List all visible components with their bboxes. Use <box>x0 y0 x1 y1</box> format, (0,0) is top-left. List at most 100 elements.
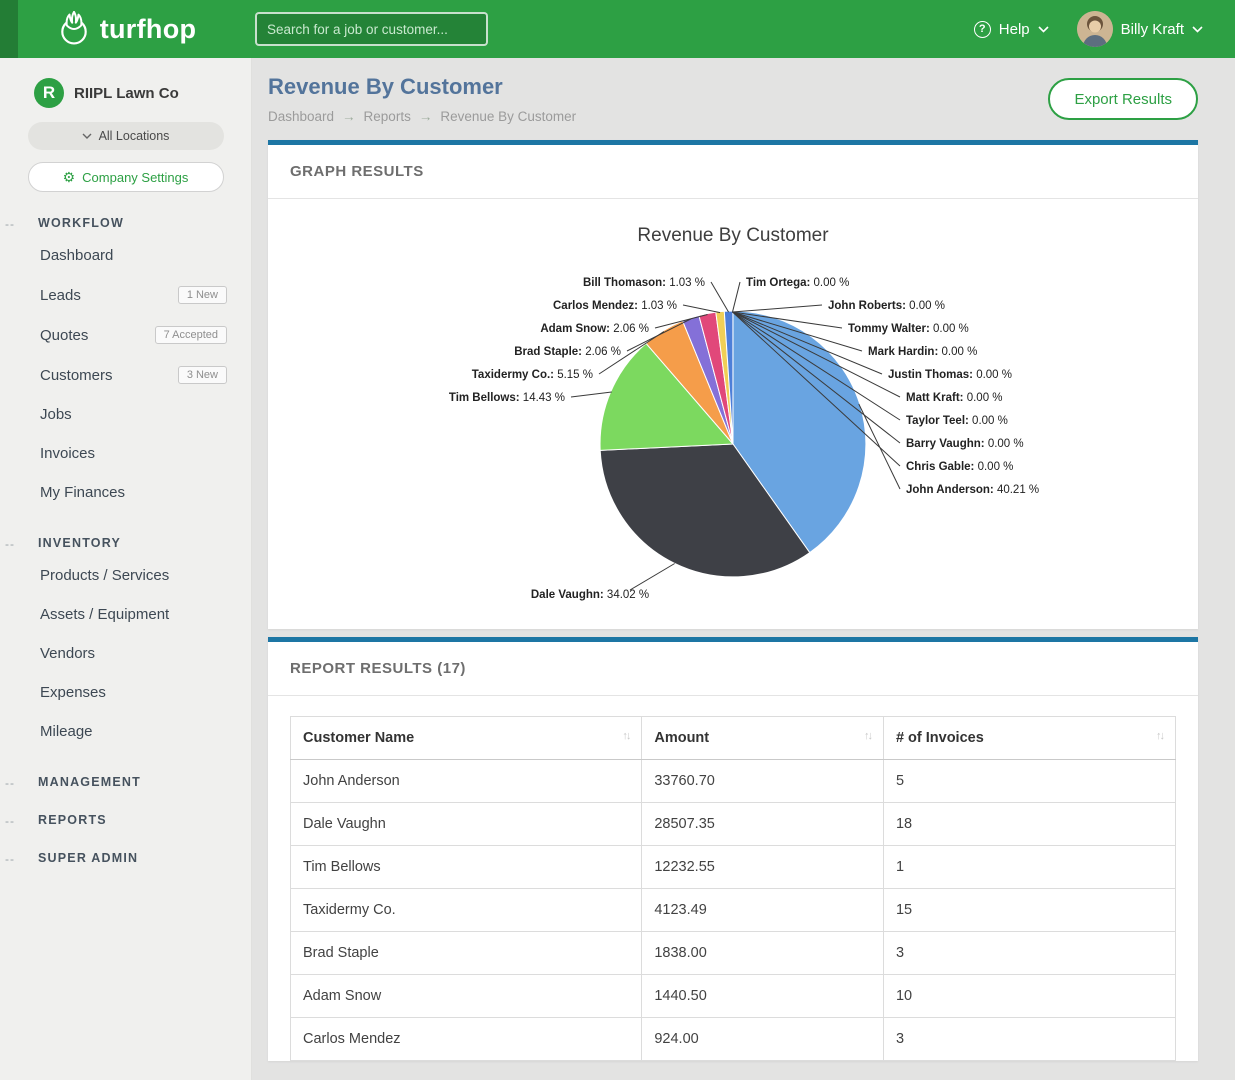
sidebar-item-jobs[interactable]: Jobs <box>0 395 251 434</box>
report-results-card: REPORT RESULTS (17) Customer Name↑↓Amoun… <box>268 637 1198 1061</box>
topbar: turfhop ? Help Billy Kraft <box>0 0 1235 58</box>
sidebar-item-leads[interactable]: Leads 1 New <box>0 275 251 315</box>
nav-section-super-admin[interactable]: --SUPER ADMIN <box>0 851 251 865</box>
cell-amount: 28507.35 <box>642 803 884 846</box>
help-menu[interactable]: ? Help <box>974 21 1049 38</box>
sidebar-item-label: Quotes <box>40 327 88 344</box>
turfhop-logo[interactable]: turfhop <box>0 11 252 47</box>
sort-icon[interactable]: ↑↓ <box>1156 730 1163 742</box>
graph-results-card: GRAPH RESULTS Revenue By Customer Tim Ort… <box>268 140 1198 629</box>
sidebar-nav: -- WORKFLOW Dashboard Leads 1 New Quotes7 Acc… <box>0 216 251 865</box>
cell-customer-name: Tim Bellows <box>291 846 642 889</box>
nav-section-workflow[interactable]: -- WORKFLOW <box>0 216 251 230</box>
sidebar-item-label: Vendors <box>40 645 95 662</box>
pie-label-chris-gable: Chris Gable: 0.00 % <box>906 461 1013 473</box>
pie-label-tim-bellows: Tim Bellows: 14.43 % <box>449 392 565 404</box>
table-row[interactable]: Tim Bellows12232.551 <box>291 846 1176 889</box>
table-row[interactable]: Carlos Mendez924.003 <box>291 1018 1176 1061</box>
table-row[interactable]: Brad Staple1838.003 <box>291 932 1176 975</box>
sidebar-item-label: Jobs <box>40 406 72 423</box>
sidebar-item-label: My Finances <box>40 484 125 501</box>
cell-invoice-count: 5 <box>883 760 1175 803</box>
pie-label-carlos-mendez: Carlos Mendez: 1.03 % <box>553 300 677 312</box>
logo-text: turfhop <box>100 14 197 45</box>
user-menu[interactable]: Billy Kraft <box>1077 11 1203 47</box>
breadcrumb-arrow-icon: → <box>419 109 433 124</box>
column-header-of-invoices[interactable]: # of Invoices↑↓ <box>883 717 1175 760</box>
sidebar-item-invoices[interactable]: Invoices <box>0 434 251 473</box>
sidebar-item-vendors[interactable]: Vendors <box>0 634 251 673</box>
sidebar-item-label: Leads <box>40 287 81 304</box>
help-icon: ? <box>974 21 991 38</box>
sidebar-item-label: Products / Services <box>40 567 169 584</box>
tree-branch-icon: -- <box>5 537 15 551</box>
breadcrumb-dashboard[interactable]: Dashboard <box>268 109 334 124</box>
sidebar-item-mileage[interactable]: Mileage <box>0 712 251 751</box>
sidebar-item-customers[interactable]: Customers3 New <box>0 355 251 395</box>
item-badge: 1 New <box>178 286 227 304</box>
column-label: Customer Name <box>303 730 414 746</box>
cell-customer-name: John Anderson <box>291 760 642 803</box>
column-header-customer-name[interactable]: Customer Name ↑↓ <box>291 717 642 760</box>
tree-branch-icon: -- <box>5 217 15 231</box>
nav-section-label: REPORTS <box>38 813 107 827</box>
cell-customer-name: Brad Staple <box>291 932 642 975</box>
help-label: Help <box>999 21 1030 38</box>
cell-customer-name: Taxidermy Co. <box>291 889 642 932</box>
cell-amount: 12232.55 <box>642 846 884 889</box>
report-results-title: REPORT RESULTS (17) <box>268 642 1198 696</box>
nav-section-reports[interactable]: -- REPORTS <box>0 813 251 827</box>
report-table: Customer Name↑↓Amount↑↓# of Invoices↑↓ J… <box>290 716 1176 1061</box>
global-search <box>252 12 488 46</box>
pie-label-mark-hardin: Mark Hardin: 0.00 % <box>868 346 977 358</box>
company-header: R RIIPL Lawn Co <box>0 58 251 122</box>
nav-section-label: INVENTORY <box>38 536 121 550</box>
locations-dropdown[interactable]: All Locations <box>28 122 224 150</box>
label-leader-line <box>733 305 823 312</box>
sort-icon[interactable]: ↑↓ <box>622 730 629 742</box>
search-input[interactable] <box>255 12 488 46</box>
table-row[interactable]: Dale Vaughn28507.3518 <box>291 803 1176 846</box>
tree-branch-icon: -- <box>5 814 15 828</box>
pie-label-justin-thomas: Justin Thomas: 0.00 % <box>888 369 1012 381</box>
column-label: Amount <box>654 730 709 746</box>
pie-label-taylor-teel: Taylor Teel: 0.00 % <box>906 415 1008 427</box>
cell-amount: 1838.00 <box>642 932 884 975</box>
sidebar-item-my-finances[interactable]: My Finances <box>0 473 251 512</box>
pie-label-tim-ortega: Tim Ortega: 0.00 % <box>746 277 849 289</box>
label-leader-line <box>711 282 729 312</box>
main-content: Revenue By Customer Dashboard→Reports→Re… <box>252 58 1235 1080</box>
pie-label-brad-staple: Brad Staple: 2.06 % <box>514 346 621 358</box>
tree-branch-icon: -- <box>5 776 15 790</box>
breadcrumb: Dashboard→Reports→Revenue By Customer <box>268 109 576 124</box>
chevron-down-icon <box>1038 26 1049 33</box>
sidebar-item-quotes[interactable]: Quotes7 Accepted <box>0 315 251 355</box>
cell-invoice-count: 3 <box>883 932 1175 975</box>
nav-section-inventory[interactable]: -- INVENTORY <box>0 536 251 550</box>
nav-section-label: WORKFLOW <box>38 216 124 230</box>
table-row[interactable]: John Anderson33760.705 <box>291 760 1176 803</box>
item-badge: 3 New <box>178 366 227 384</box>
sidebar-item-assets-equipment[interactable]: Assets / Equipment <box>0 595 251 634</box>
sidebar-item-products-services[interactable]: Products / Services <box>0 556 251 595</box>
nav-section-label: MANAGEMENT <box>38 775 141 789</box>
sidebar-item-label: Dashboard <box>40 247 113 264</box>
sidebar-item-expenses[interactable]: Expenses <box>0 673 251 712</box>
table-row[interactable]: Adam Snow1440.5010 <box>291 975 1176 1018</box>
sidebar-item-dashboard[interactable]: Dashboard <box>0 236 251 275</box>
company-logo: R <box>34 78 64 108</box>
table-row[interactable]: Taxidermy Co.4123.4915 <box>291 889 1176 932</box>
nav-section-management[interactable]: -- MANAGEMENT <box>0 775 251 789</box>
company-settings-button[interactable]: ⚙ Company Settings <box>28 162 224 192</box>
chevron-down-icon <box>82 133 92 139</box>
chart-title: Revenue By Customer <box>637 225 829 246</box>
breadcrumb-reports[interactable]: Reports <box>364 109 411 124</box>
graph-results-title: GRAPH RESULTS <box>268 145 1198 199</box>
export-results-button[interactable]: Export Results <box>1048 78 1198 120</box>
column-header-amount[interactable]: Amount ↑↓ <box>642 717 884 760</box>
sidebar-item-label: Mileage <box>40 723 93 740</box>
breadcrumb-revenue-by-customer: Revenue By Customer <box>440 109 576 124</box>
sort-icon[interactable]: ↑↓ <box>864 730 871 742</box>
sidebar: R RIIPL Lawn Co All Locations ⚙ Company … <box>0 58 252 1080</box>
chevron-down-icon <box>1192 26 1203 33</box>
